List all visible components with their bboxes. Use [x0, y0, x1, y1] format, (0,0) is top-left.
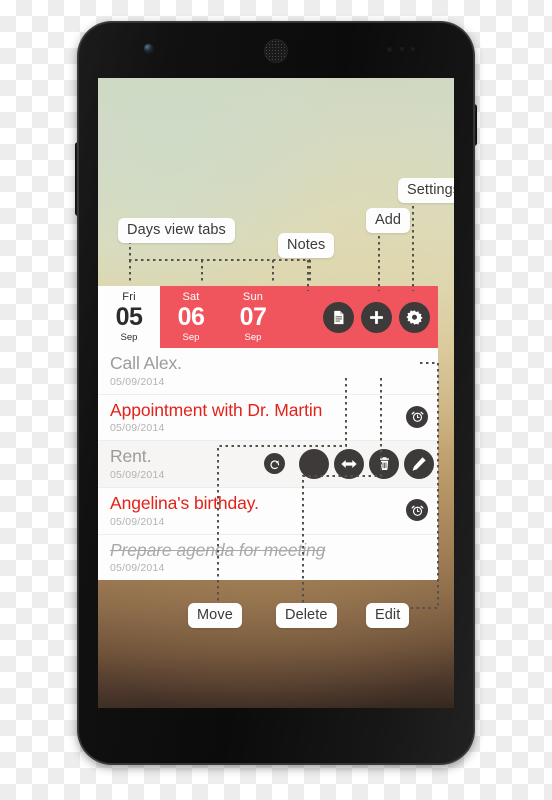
volume-rocker-button[interactable] [75, 142, 79, 216]
callout-delete: Delete [276, 603, 337, 628]
move-icon [341, 459, 357, 468]
settings-gear-icon [406, 309, 423, 325]
task-alarm-button[interactable] [406, 405, 428, 428]
day-tab-sun-07[interactable]: Sun 07 Sep [222, 286, 284, 348]
day-tab-number: 05 [115, 302, 143, 331]
task-date: 05/09/2014 [110, 375, 165, 388]
task-title: Call Alex. [110, 353, 182, 373]
delete-trash-icon [379, 457, 389, 471]
add-icon [370, 310, 383, 324]
day-tab-number: 06 [177, 302, 205, 331]
day-tab-sat-06[interactable]: Sat 06 Sep [160, 286, 222, 348]
phone-screen: Days view tabs Notes Add Settings Move D… [98, 78, 454, 708]
day-tab-weekday: Fri [122, 290, 136, 303]
callout-move: Move [188, 603, 242, 628]
days-view-tabs: Fri 05 Sep Sat 06 Sep Sun 07 Sep [98, 286, 438, 348]
delete-button[interactable] [369, 448, 399, 479]
alarm-clock-icon [411, 412, 423, 423]
task-date: 05/09/2014 [110, 562, 165, 575]
task-title: Appointment with Dr. Martin [110, 399, 323, 420]
front-camera-icon [144, 44, 153, 53]
task-row-completed[interactable]: Prepare agenda for meeting 05/09/2014 [98, 535, 438, 581]
day-tab-month: Sep [244, 331, 262, 343]
task-date: 05/09/2014 [110, 515, 165, 528]
power-button[interactable] [473, 104, 477, 146]
blank-circle-button[interactable] [299, 448, 329, 479]
edit-pencil-icon [412, 456, 426, 471]
phone-device: Days view tabs Notes Add Settings Move D… [75, 22, 477, 764]
daybar-action-buttons [284, 286, 438, 348]
callout-notes: Notes [278, 233, 335, 258]
task-title: Rent. [110, 446, 152, 467]
day-tab-weekday: Sun [242, 290, 264, 303]
task-date: 05/09/2014 [110, 422, 165, 435]
task-row[interactable]: Angelina's birthday. 05/09/2014 [98, 488, 438, 535]
add-button[interactable] [361, 301, 392, 333]
proximity-sensor-icon [387, 47, 419, 53]
task-title: Angelina's birthday. [110, 492, 259, 513]
callout-edit: Edit [366, 603, 410, 628]
task-row[interactable]: Call Alex. 05/09/2014 [98, 348, 438, 395]
day-tab-weekday: Sat [182, 290, 200, 303]
earpiece-speaker-icon [265, 40, 287, 62]
task-row[interactable]: Appointment with Dr. Martin 05/09/2014 [98, 395, 438, 442]
task-title: Prepare agenda for meeting [110, 539, 326, 560]
task-row-swiped[interactable]: Rent. 05/09/2014 [98, 441, 438, 488]
move-button[interactable] [334, 448, 364, 479]
callout-days-view-tabs: Days view tabs [118, 218, 235, 243]
notes-button[interactable] [323, 301, 354, 333]
swipe-action-bar [293, 448, 438, 479]
task-alarm-button[interactable] [406, 499, 428, 522]
callout-settings: Settings [398, 178, 454, 203]
alarm-clock-icon [411, 505, 423, 516]
undo-icon [269, 459, 279, 469]
notes-icon [334, 310, 344, 324]
undo-button[interactable] [264, 453, 285, 475]
day-tab-number: 07 [239, 302, 267, 331]
settings-button[interactable] [399, 301, 430, 333]
day-tab-month: Sep [182, 331, 200, 343]
task-app-panel: Fri 05 Sep Sat 06 Sep Sun 07 Sep Call Al… [98, 286, 438, 581]
task-list: Call Alex. 05/09/2014 Appointment with D… [98, 348, 438, 581]
edit-button[interactable] [404, 448, 434, 479]
day-tab-fri-05[interactable]: Fri 05 Sep [98, 286, 160, 348]
day-tab-month: Sep [120, 331, 138, 343]
callout-add: Add [366, 208, 411, 233]
task-date: 05/09/2014 [110, 468, 165, 481]
